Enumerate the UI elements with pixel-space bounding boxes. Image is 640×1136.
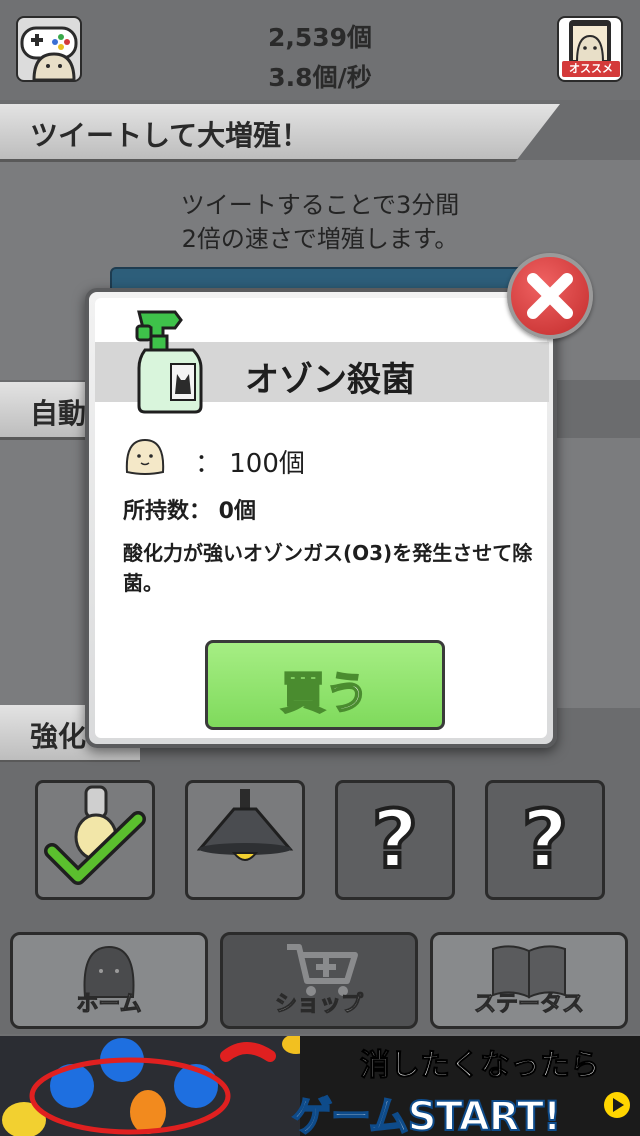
item-detail-dialog: オゾン殺菌 ： 100個 所持数： 0個 酸化力が強いオゾンガス(O3)を発生さ… [85, 288, 557, 748]
candy-artwork [0, 1036, 300, 1136]
close-dialog-button[interactable] [507, 253, 593, 339]
spray-bottle-icon [135, 310, 203, 414]
buy-button-label: 買う [280, 667, 370, 720]
dialog-panel: オゾン殺菌 ： 100個 所持数： 0個 酸化力が強いオゾンガス(O3)を発生さ… [95, 298, 549, 738]
creature-currency-icon [125, 438, 165, 475]
buy-button[interactable]: 買う [205, 640, 445, 730]
owned-count: 所持数： 0個 [123, 499, 256, 524]
item-description: 酸化力が強いオゾンガス(O3)を発生させて除菌。 [123, 541, 533, 595]
item-name: オゾン殺菌 [245, 360, 415, 400]
close-icon [527, 273, 573, 319]
ad-cta: ゲームSTART! [291, 1093, 562, 1136]
item-price: ： 100個 [195, 449, 305, 479]
ad-play-icon[interactable] [604, 1092, 630, 1118]
ad-banner[interactable]: 消したくなったら ゲームSTART! [0, 1036, 640, 1136]
ad-headline: 消したくなったら [360, 1048, 601, 1084]
